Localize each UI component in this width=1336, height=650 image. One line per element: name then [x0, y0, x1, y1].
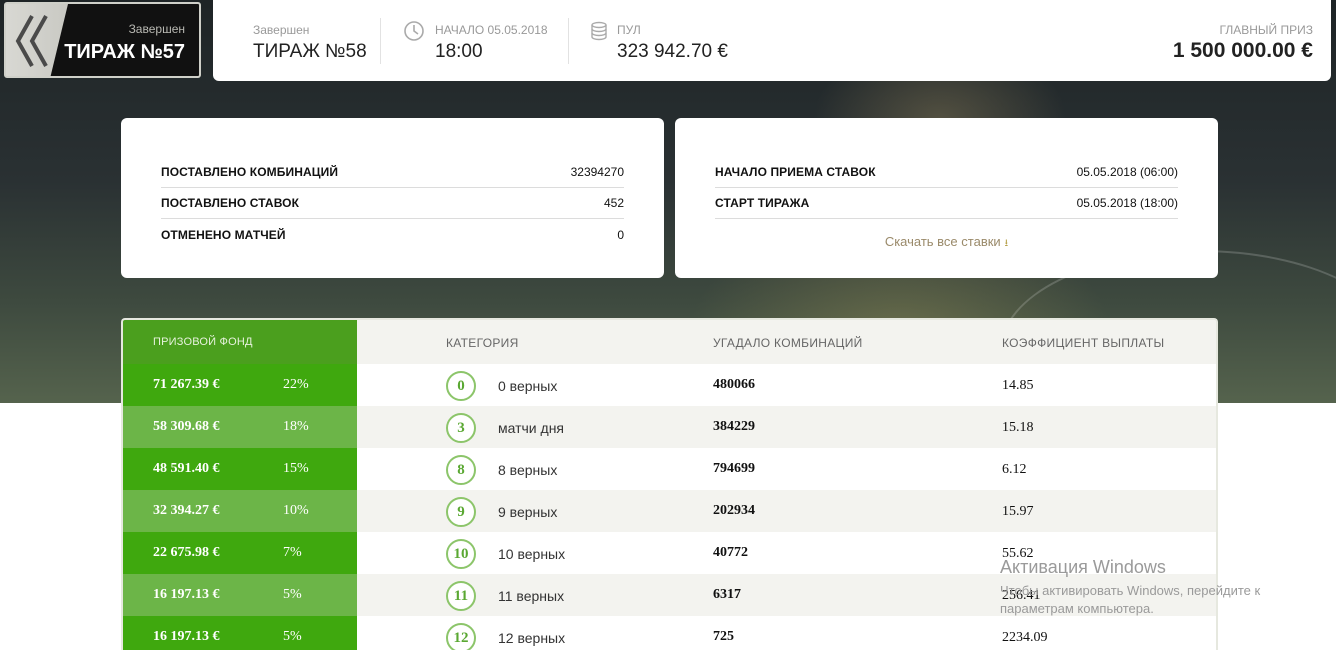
prize-percent: 15% [283, 461, 309, 476]
stats-row-value: 0 [617, 227, 624, 242]
draw-schedule-card: НАЧАЛО ПРИЕМА СТАВОК 05.05.2018 (06:00) … [675, 118, 1218, 278]
prize-fund-cell: 16 197.13 € 5% [123, 616, 357, 650]
payout-coefficient: 15.18 [1002, 420, 1034, 435]
category-name: 12 верных [498, 630, 566, 646]
category-name: 9 верных [498, 504, 558, 520]
divider [568, 18, 569, 64]
main-prize-value: 1 500 000.00 € [1172, 39, 1313, 62]
category-name: 8 верных [498, 462, 558, 478]
combinations-count: 480066 [713, 377, 755, 392]
category-name: 0 верных [498, 378, 558, 394]
prize-percent: 18% [283, 419, 309, 434]
prize-amount: 16 197.13 € [153, 629, 220, 644]
schedule-row-value: 05.05.2018 (18:00) [1076, 196, 1178, 210]
combinations-count: 202934 [713, 503, 755, 518]
prize-amount: 71 267.39 € [153, 377, 220, 392]
pool-value: 323 942.70 € [617, 41, 728, 62]
payout-coefficient: 6.12 [1002, 462, 1027, 477]
previous-draw-status: Завершен [128, 22, 185, 36]
results-header: ПРИЗОВОЙ ФОНД КАТЕГОРИЯ УГАДАЛО КОМБИНАЦ… [123, 320, 1216, 364]
category-number-badge: 11 [446, 581, 476, 611]
stats-row-label: ОТМЕНЕНО МАТЧЕЙ [161, 227, 286, 242]
table-row: 32 394.27 € 10% 9 9 верных 202934 15.97 [123, 490, 1216, 532]
back-arrow-icon [6, 4, 68, 76]
pool-label: ПУЛ [617, 23, 641, 37]
category-number-badge: 10 [446, 539, 476, 569]
prize-percent: 5% [283, 629, 302, 644]
header-combinations: УГАДАЛО КОМБИНАЦИЙ [713, 336, 863, 350]
current-draw-status: Завершен [253, 23, 310, 37]
payout-coefficient: 55.62 [1002, 546, 1034, 561]
table-row: 22 675.98 € 7% 10 10 верных 40772 55.62 [123, 532, 1216, 574]
combinations-count: 794699 [713, 461, 755, 476]
payout-coefficient: 256.41 [1002, 588, 1041, 603]
category-number-badge: 8 [446, 455, 476, 485]
draw-info-bar: Завершен ТИРАЖ №58 НАЧАЛО 05.05.2018 18:… [213, 0, 1331, 81]
category-number-badge: 3 [446, 413, 476, 443]
payout-coefficient: 14.85 [1002, 378, 1034, 393]
prize-percent: 7% [283, 545, 302, 560]
schedule-row-label: СТАРТ ТИРАЖА [715, 196, 810, 210]
stats-row: ОТМЕНЕНО МАТЧЕЙ 0 [161, 219, 624, 250]
download-all-bets-link[interactable]: Скачать все ставки ⭳ [675, 234, 1218, 253]
combinations-count: 40772 [713, 545, 748, 560]
category-number-badge: 9 [446, 497, 476, 527]
category-number-badge: 12 [446, 623, 476, 650]
prize-fund-cell: 58 309.68 € 18% [123, 406, 357, 448]
stats-row: ПОСТАВЛЕНО СТАВОК 452 [161, 188, 624, 219]
main-prize-label: ГЛАВНЫЙ ПРИЗ [1219, 23, 1313, 37]
prize-amount: 58 309.68 € [153, 419, 220, 434]
category-name: 11 верных [498, 588, 565, 604]
prize-percent: 10% [283, 503, 309, 518]
header-coefficient: КОЭФФИЦИЕНТ ВЫПЛАТЫ [1002, 336, 1165, 350]
stats-row: ПОСТАВЛЕНО КОМБИНАЦИЙ 32394270 [161, 157, 624, 188]
table-row: 16 197.13 € 5% 11 11 верных 6317 256.41 [123, 574, 1216, 616]
prize-percent: 22% [283, 377, 309, 392]
payout-coefficient: 2234.09 [1002, 630, 1048, 645]
stats-row-label: ПОСТАВЛЕНО СТАВОК [161, 196, 300, 210]
category-name: матчи дня [498, 420, 565, 436]
category-number-badge: 0 [446, 371, 476, 401]
schedule-row-label: НАЧАЛО ПРИЕМА СТАВОК [715, 165, 876, 179]
start-time: 18:00 [435, 41, 483, 62]
prize-fund-cell: 22 675.98 € 7% [123, 532, 357, 574]
table-row: 16 197.13 € 5% 12 12 верных 725 2234.09 [123, 616, 1216, 650]
combinations-count: 6317 [713, 587, 741, 602]
schedule-row: НАЧАЛО ПРИЕМА СТАВОК 05.05.2018 (06:00) [715, 157, 1178, 188]
prize-amount: 48 591.40 € [153, 461, 220, 476]
prize-results-table: ПРИЗОВОЙ ФОНД КАТЕГОРИЯ УГАДАЛО КОМБИНАЦ… [121, 318, 1218, 650]
current-draw-title: ТИРАЖ №58 [253, 41, 367, 62]
clock-icon [403, 20, 425, 47]
table-row: 58 309.68 € 18% 3 матчи дня 384229 15.18 [123, 406, 1216, 448]
stats-row-value: 452 [603, 196, 624, 210]
stats-row-value: 32394270 [570, 165, 624, 179]
schedule-row-value: 05.05.2018 (06:00) [1076, 165, 1178, 179]
start-label: НАЧАЛО 05.05.2018 [435, 23, 548, 37]
table-row: 48 591.40 € 15% 8 8 верных 794699 6.12 [123, 448, 1216, 490]
prize-amount: 16 197.13 € [153, 587, 220, 602]
header-category: КАТЕГОРИЯ [446, 336, 519, 350]
coins-icon [590, 20, 608, 47]
draw-stats-card: ПОСТАВЛЕНО КОМБИНАЦИЙ 32394270 ПОСТАВЛЕН… [121, 118, 664, 278]
prize-fund-cell: 16 197.13 € 5% [123, 574, 357, 616]
previous-draw-button[interactable]: Завершен ТИРАЖ №57 [4, 2, 201, 78]
prize-fund-cell: 71 267.39 € 22% [123, 364, 357, 406]
stats-row-label: ПОСТАВЛЕНО КОМБИНАЦИЙ [161, 165, 339, 179]
category-name: 10 верных [498, 546, 566, 562]
prize-amount: 22 675.98 € [153, 545, 220, 560]
prize-fund-cell: 48 591.40 € 15% [123, 448, 357, 490]
divider [380, 18, 381, 64]
prize-fund-cell: 32 394.27 € 10% [123, 490, 357, 532]
payout-coefficient: 15.97 [1002, 504, 1034, 519]
header-prize-fund: ПРИЗОВОЙ ФОНД [123, 320, 357, 364]
table-row: 71 267.39 € 22% 0 0 верных 480066 14.85 [123, 364, 1216, 406]
previous-draw-title: ТИРАЖ №57 [64, 41, 185, 63]
combinations-count: 384229 [713, 419, 755, 434]
prize-percent: 5% [283, 587, 302, 602]
download-icon: ⭳ [1004, 238, 1009, 249]
combinations-count: 725 [713, 629, 734, 644]
prize-amount: 32 394.27 € [153, 503, 220, 518]
download-link-label: Скачать все ставки [884, 234, 1001, 249]
schedule-row: СТАРТ ТИРАЖА 05.05.2018 (18:00) [715, 188, 1178, 219]
